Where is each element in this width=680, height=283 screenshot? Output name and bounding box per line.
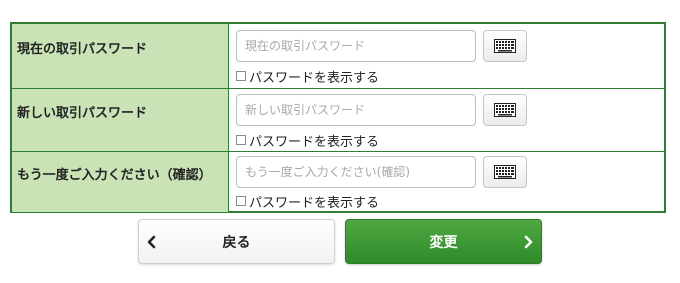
keyboard-icon <box>494 103 516 117</box>
show-password-label: パスワードを表示する <box>249 134 380 150</box>
back-button-label: 戻る <box>222 234 251 251</box>
submit-button-label: 変更 <box>429 234 458 251</box>
label-cell: もう一度ご入力ください（確認） <box>12 152 229 212</box>
password-change-form: 現在の取引パスワード パスワードを表示する 新しい取引パスワード パスワードを表… <box>10 22 666 213</box>
show-password-checkbox[interactable] <box>236 71 246 81</box>
form-row-new-password: 新しい取引パスワード パスワードを表示する <box>12 88 664 152</box>
show-password-toggle-confirm[interactable]: パスワードを表示する <box>236 193 380 211</box>
show-password-label: パスワードを表示する <box>249 70 380 86</box>
label-cell: 新しい取引パスワード <box>12 89 229 152</box>
back-button[interactable]: 戻る <box>138 219 335 264</box>
keyboard-button-confirm[interactable] <box>483 156 527 188</box>
show-password-toggle-new[interactable]: パスワードを表示する <box>236 132 380 150</box>
show-password-checkbox[interactable] <box>236 135 246 145</box>
keyboard-button-current[interactable] <box>483 30 527 62</box>
confirm-password-input[interactable] <box>236 156 476 188</box>
form-row-confirm-password: もう一度ご入力ください（確認） パスワードを表示する <box>12 151 664 212</box>
new-password-label: 新しい取引パスワード <box>17 106 148 121</box>
change-submit-button[interactable]: 変更 <box>345 219 542 264</box>
form-row-current-password: 現在の取引パスワード パスワードを表示する <box>12 24 664 88</box>
keyboard-icon <box>494 165 516 179</box>
show-password-checkbox[interactable] <box>236 196 246 206</box>
keyboard-icon <box>494 39 516 53</box>
new-password-input[interactable] <box>236 94 476 126</box>
show-password-toggle-current[interactable]: パスワードを表示する <box>236 68 380 86</box>
current-password-input[interactable] <box>236 30 476 62</box>
confirm-password-label: もう一度ご入力ください（確認） <box>17 168 212 183</box>
show-password-label: パスワードを表示する <box>249 195 380 211</box>
keyboard-button-new[interactable] <box>483 94 527 126</box>
chevron-right-icon <box>524 235 533 249</box>
label-cell: 現在の取引パスワード <box>12 24 229 88</box>
current-password-label: 現在の取引パスワード <box>17 42 148 57</box>
